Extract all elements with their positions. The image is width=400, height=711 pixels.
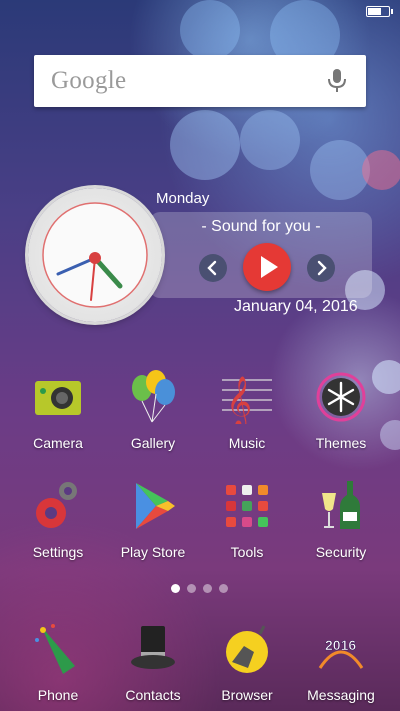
app-label: Browser bbox=[221, 687, 273, 703]
play-button[interactable] bbox=[243, 243, 291, 291]
treble-clef-icon: 𝄞 bbox=[222, 376, 272, 424]
app-label: Tools bbox=[230, 544, 264, 560]
next-track-button[interactable] bbox=[307, 254, 335, 282]
google-search-bar[interactable]: Google bbox=[34, 55, 366, 107]
app-label: Settings bbox=[32, 544, 84, 560]
champagne-icon bbox=[322, 481, 360, 529]
app-label: Themes bbox=[315, 435, 367, 451]
svg-text:2016: 2016 bbox=[325, 637, 356, 653]
app-label: Messaging bbox=[307, 687, 375, 703]
app-label: Gallery bbox=[130, 435, 176, 451]
happy-new-year-icon: 2016 bbox=[318, 637, 364, 669]
page-indicator[interactable] bbox=[0, 584, 400, 594]
analog-clock[interactable] bbox=[28, 188, 162, 322]
balloons-icon bbox=[132, 370, 175, 423]
page-dot[interactable] bbox=[219, 584, 228, 593]
app-label: Security bbox=[315, 544, 367, 560]
play-icon bbox=[261, 256, 278, 278]
battery-icon bbox=[366, 6, 393, 17]
tools-grid-icon bbox=[226, 485, 268, 527]
app-label: Phone bbox=[37, 687, 79, 703]
music-title: - Sound for you - bbox=[201, 218, 321, 235]
camera-icon bbox=[35, 381, 81, 415]
play-store-icon bbox=[136, 483, 175, 529]
page-dot[interactable] bbox=[187, 584, 196, 593]
mic-icon[interactable] bbox=[326, 68, 348, 94]
chevron-left-icon bbox=[207, 260, 217, 276]
page-dot[interactable] bbox=[171, 584, 180, 593]
app-label: Play Store bbox=[120, 544, 186, 560]
day-label: Monday bbox=[156, 190, 210, 207]
party-popper-icon bbox=[35, 624, 75, 674]
snowflake-icon bbox=[316, 372, 366, 422]
gears-icon bbox=[36, 482, 77, 528]
bomb-icon bbox=[226, 625, 268, 673]
top-hat-icon bbox=[131, 626, 175, 669]
chevron-right-icon bbox=[317, 260, 327, 276]
google-logo: Google bbox=[51, 67, 127, 94]
app-label: Music bbox=[228, 435, 266, 451]
date-label: January 04, 2016 bbox=[234, 298, 358, 315]
svg-text:𝄞: 𝄞 bbox=[226, 376, 252, 424]
app-label: Contacts bbox=[125, 687, 181, 703]
page-dot[interactable] bbox=[203, 584, 212, 593]
prev-track-button[interactable] bbox=[199, 254, 227, 282]
app-label: Camera bbox=[33, 435, 83, 451]
